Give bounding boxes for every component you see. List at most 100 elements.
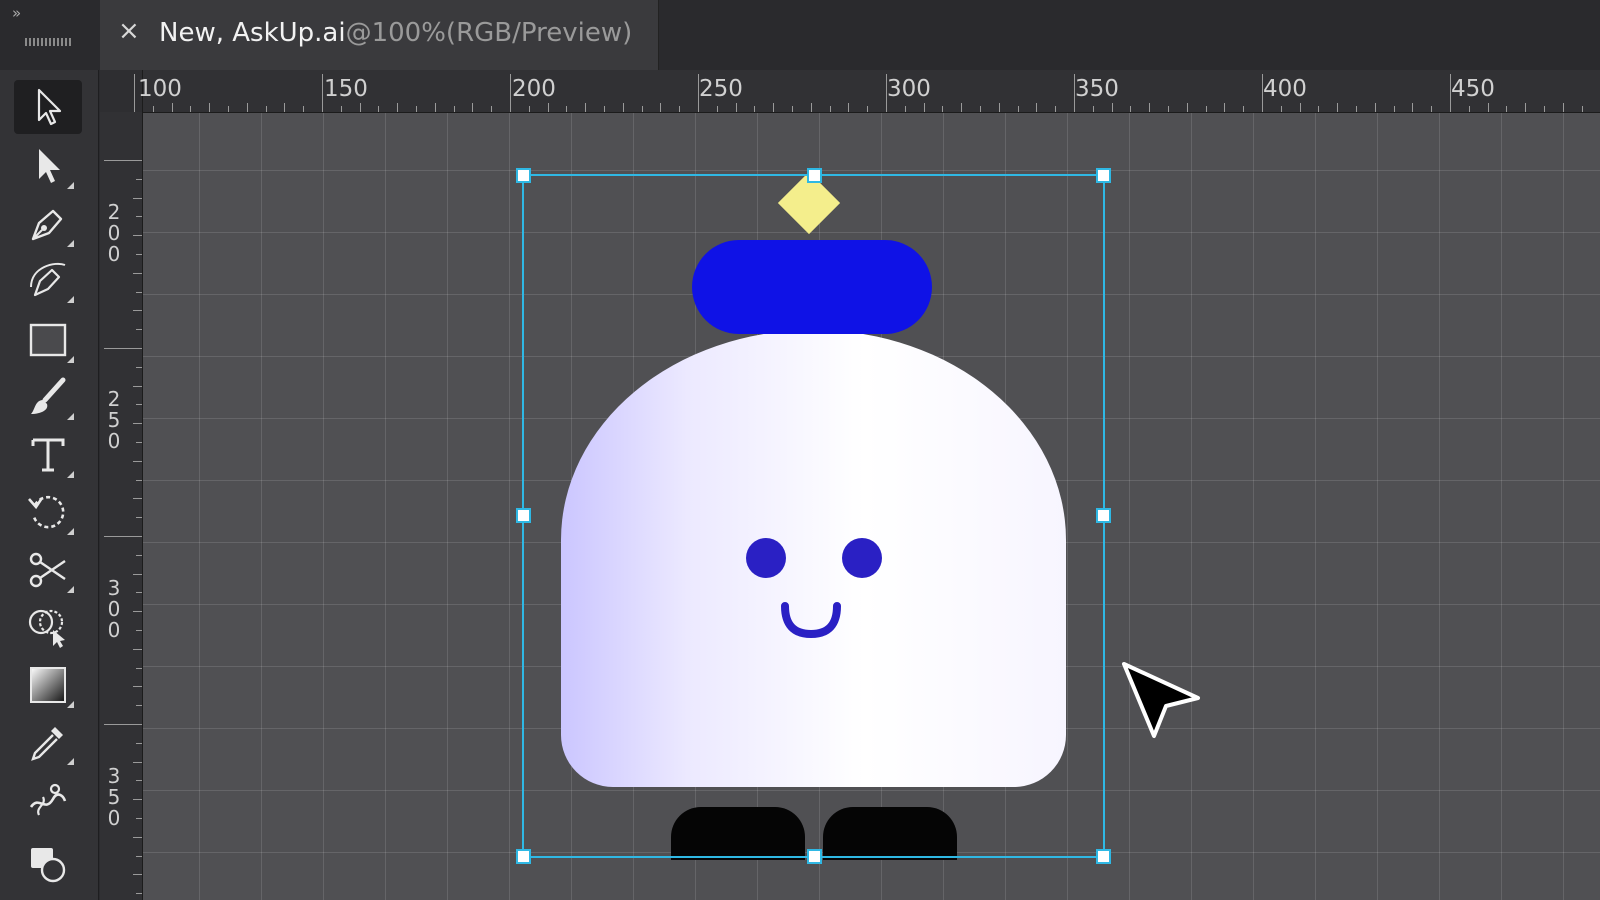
ruler-tick [1468,106,1470,112]
ruler-tick [698,74,699,112]
ruler-tick [1243,106,1245,112]
ruler-tick [136,630,142,631]
ruler-tick [133,460,142,462]
rotate-icon [28,495,65,529]
selection-tool[interactable] [14,80,82,134]
ruler-tick [284,103,286,112]
resize-handle-bottom-right[interactable] [1096,849,1111,864]
document-view-mode: @100%(RGB/Preview) [345,18,633,48]
panel-grip-handle[interactable] [25,38,71,46]
ruler-tick [716,106,718,112]
ruler-tick [397,103,399,112]
eyedropper-tool[interactable] [14,715,82,769]
ruler-tick [228,106,229,112]
ruler-tick [660,103,662,112]
ruler-tick [136,667,142,669]
ruler-tick [265,106,267,112]
ruler-tick [547,103,549,112]
ruler-tick [136,291,142,293]
ruler-tick [998,103,1000,112]
ruler-tick [136,855,142,857]
ruler-tick [904,106,906,112]
resize-handle-right[interactable] [1096,508,1111,523]
ruler-tick [585,103,587,112]
ruler-tick [1562,103,1564,112]
ruler-label: 350 [1075,76,1119,102]
ruler-tick [171,103,173,112]
document-tab[interactable]: × New, AskUp.ai@100%(RGB/Preview) [100,0,659,70]
shape-builder-tool[interactable] [14,600,82,654]
ruler-tick [566,106,568,112]
ruler-tick [104,160,142,161]
ruler-tick [980,106,981,112]
scissors-icon [29,552,66,588]
ruler-tick [152,106,154,112]
ruler-tick [133,235,142,237]
ruler-tick [136,178,142,180]
ruler-tick [190,106,192,112]
ruler-tick [136,705,142,707]
paintbrush-tool[interactable] [14,370,82,424]
scissors-tool[interactable] [14,543,82,597]
ruler-label: 250 [107,387,121,453]
flyout-indicator [67,528,74,535]
horizontal-ruler[interactable]: 100 150 200 250 300 350 400 450 [100,70,1600,113]
ruler-tick [1149,103,1151,112]
selection-bounding-box[interactable] [516,168,1111,864]
panel-collapse-icon[interactable]: » [12,4,21,22]
puppet-warp-icon [29,783,67,816]
puppet-warp-tool[interactable] [14,773,82,827]
ruler-tick [1431,106,1433,112]
ruler-tick [416,106,417,112]
resize-handle-bottom-left[interactable] [516,849,531,864]
document-file-name: New, AskUp.ai [159,18,346,48]
vertical-ruler[interactable]: 200 250 300 350 [100,112,143,900]
pen-tool[interactable] [14,197,82,251]
gradient-tool[interactable] [14,658,82,712]
tools-panel: » [0,0,99,900]
ruler-tick [867,106,869,112]
ruler-tick [133,874,142,876]
resize-handle-top-left[interactable] [516,168,531,183]
ruler-tick [136,517,142,519]
ruler-label: 450 [1451,76,1495,102]
ruler-tick [246,103,248,112]
resize-handle-top[interactable] [807,168,822,183]
flyout-indicator [67,586,74,593]
type-icon [31,438,65,472]
ruler-tick [453,106,455,112]
ruler-tick [754,106,756,112]
rectangle-tool[interactable] [14,313,82,367]
ruler-tick [1205,106,1207,112]
ruler-label: 300 [887,76,931,102]
ruler-tick [679,106,681,112]
flyout-indicator [67,356,74,363]
ruler-tick [942,106,944,112]
ruler-tick [1337,103,1339,112]
resize-handle-left[interactable] [516,508,531,523]
ruler-origin[interactable] [100,70,143,112]
ruler-tick [136,404,142,406]
gradient-icon [30,667,66,703]
ruler-tick [104,348,142,349]
close-icon[interactable]: × [118,18,140,44]
type-tool[interactable] [14,428,82,482]
fill-stroke-swatch[interactable] [14,838,82,892]
ruler-tick [133,573,142,575]
resize-handle-bottom[interactable] [807,849,822,864]
ruler-tick [133,611,142,613]
ruler-tick [133,761,142,763]
ruler-tick [136,442,142,443]
ruler-label: 400 [1263,76,1307,102]
resize-handle-top-right[interactable] [1096,168,1111,183]
ruler-tick [1224,103,1226,112]
ruler-tick [1074,74,1075,112]
rotate-tool[interactable] [14,485,82,539]
ruler-tick [133,197,142,199]
curvature-tool[interactable] [14,253,82,307]
ruler-tick [136,818,142,819]
ruler-label: 100 [138,76,182,102]
ruler-tick [491,106,493,112]
direct-selection-tool[interactable] [14,139,82,193]
ruler-tick [136,893,142,895]
